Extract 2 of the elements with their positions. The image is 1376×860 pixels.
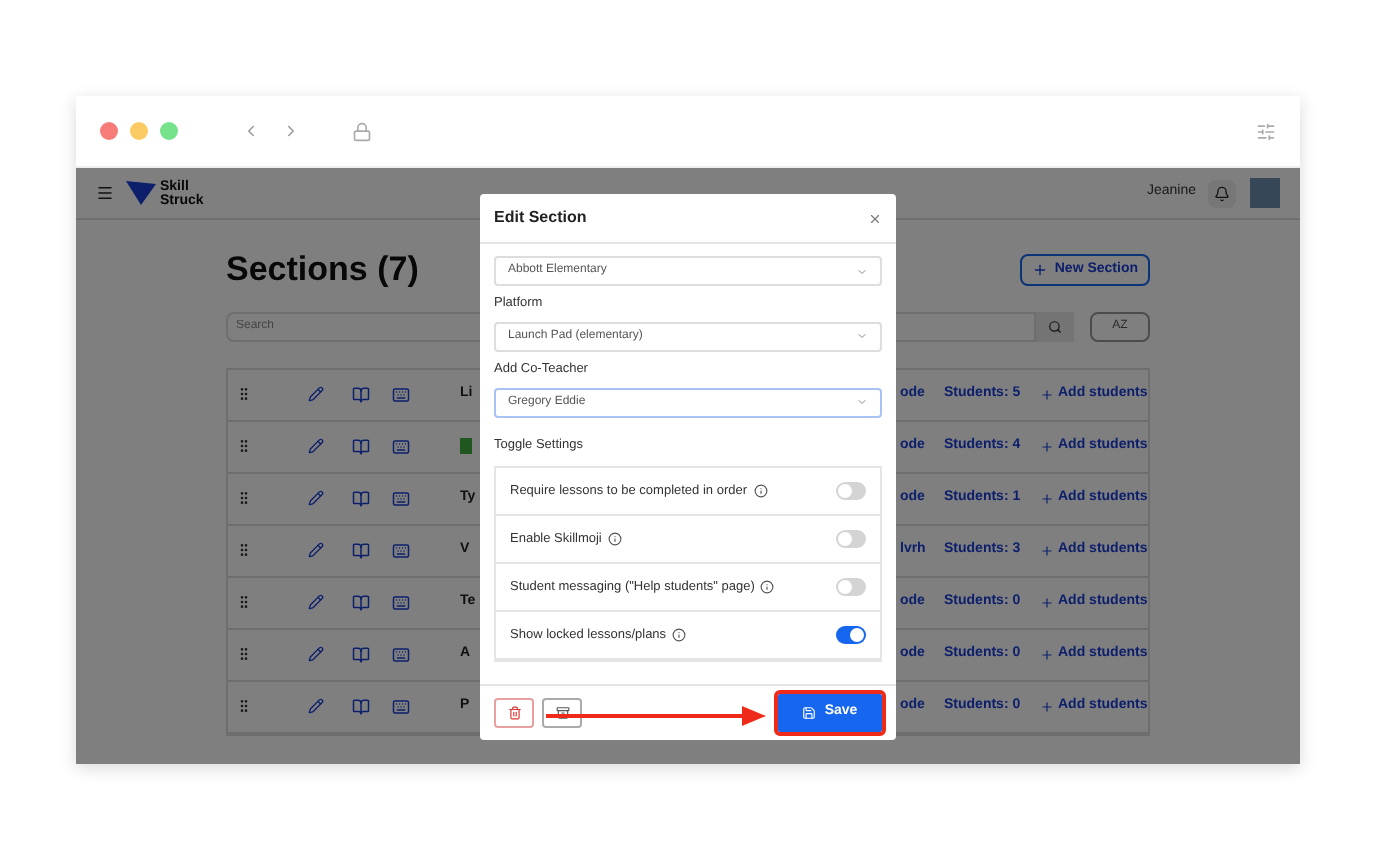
dialog-title: Edit Section [494,206,587,230]
page-title: Sections (7) [226,248,419,292]
